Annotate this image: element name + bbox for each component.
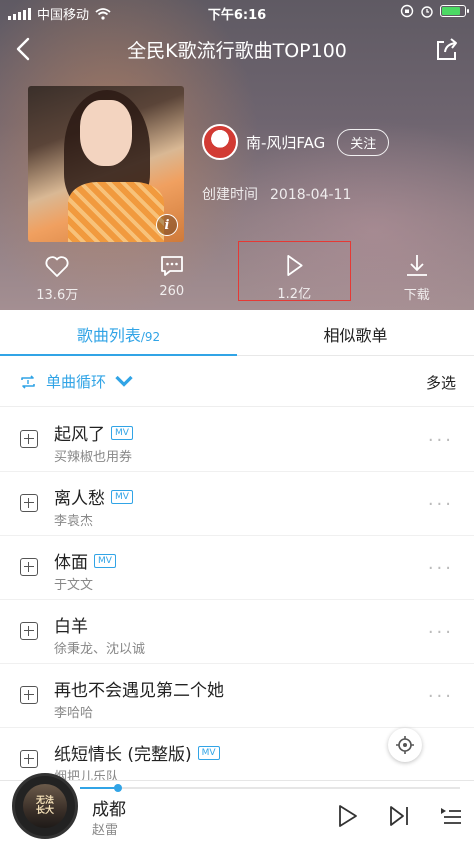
song-row[interactable]: 离人愁 MV 李袁杰 ··· [0, 472, 474, 536]
song-title: 白羊 [54, 617, 88, 637]
progress-knob[interactable] [114, 784, 122, 792]
play-mode-label: 单曲循环 [46, 373, 107, 391]
action-bar: 13.6万 260 1.2亿 下载 [0, 241, 474, 306]
song-title: 离人愁 [54, 489, 105, 509]
mv-badge[interactable]: MV [111, 489, 133, 504]
download-button[interactable]: 下载 [360, 246, 474, 306]
chevron-down-icon [115, 375, 133, 387]
nav-bar: 全民K歌流行歌曲TOP100 [0, 28, 474, 72]
song-title-wrap: 体面 MV [54, 548, 116, 573]
tab-song-list-label: 歌曲列表 [76, 326, 141, 345]
creator-name[interactable]: 南-风归FAG [246, 132, 325, 153]
song-title: 纸短情长 (完整版) [54, 745, 192, 765]
mini-player[interactable]: 无法长大 成都 赵雷 [0, 773, 474, 842]
tab-similar-label: 相似歌单 [323, 326, 388, 345]
song-title-wrap: 离人愁 MV [54, 484, 133, 509]
song-row[interactable]: 白羊 徐秉龙、沈以诚 ··· [0, 600, 474, 664]
song-artist: 于文文 [54, 578, 94, 593]
info-icon[interactable]: i [156, 214, 178, 236]
more-options-icon[interactable]: ··· [428, 558, 454, 579]
creator-row: 南-风归FAG 关注 [202, 124, 390, 160]
add-to-list-icon[interactable] [20, 430, 38, 448]
song-artist: 李袁杰 [54, 514, 94, 529]
follow-button[interactable]: 关注 [337, 128, 390, 156]
battery-icon [440, 5, 469, 17]
add-to-list-icon[interactable] [20, 558, 38, 576]
status-bar: 中国移动 下午6:16 [0, 0, 474, 24]
mv-badge[interactable]: MV [111, 425, 133, 440]
song-artist: 买辣椒也用券 [54, 450, 133, 465]
play-all-button[interactable]: 1.2亿 [237, 240, 352, 302]
next-track-icon[interactable] [386, 803, 412, 829]
like-button[interactable]: 13.6万 [0, 246, 115, 306]
song-title: 体面 [54, 553, 88, 573]
song-title: 起风了 [54, 425, 105, 445]
play-count: 1.2亿 [277, 287, 312, 302]
add-to-list-icon[interactable] [20, 622, 38, 640]
share-icon[interactable] [434, 36, 460, 62]
song-artist: 李哈哈 [54, 706, 94, 721]
tab-similar-playlists[interactable]: 相似歌单 [237, 310, 474, 355]
created-label: 创建时间 [202, 187, 258, 203]
song-artist: 徐秉龙、沈以诚 [54, 642, 146, 657]
created-value: 2018-04-11 [270, 187, 352, 203]
comment-count: 260 [159, 284, 185, 299]
comment-button[interactable]: 260 [115, 246, 230, 306]
song-title-wrap: 纸短情长 (完整版) MV [54, 740, 220, 765]
heart-icon [45, 256, 69, 277]
multi-select-button[interactable]: 多选 [426, 372, 456, 393]
alarm-icon [421, 6, 433, 18]
add-to-list-icon[interactable] [20, 686, 38, 704]
comment-icon [160, 256, 183, 276]
song-row[interactable]: 再也不会遇见第二个她 李哈哈 ··· [0, 664, 474, 728]
mv-badge[interactable]: MV [94, 553, 116, 568]
song-title-wrap: 起风了 MV [54, 420, 133, 445]
download-icon [406, 255, 427, 276]
like-count: 13.6万 [36, 288, 79, 303]
creator-avatar[interactable] [202, 124, 238, 160]
status-right [400, 4, 469, 18]
song-count: /92 [140, 330, 161, 344]
add-to-list-icon[interactable] [20, 750, 38, 768]
tab-bar: 歌曲列表/92 相似歌单 [0, 310, 474, 356]
playlist-queue-icon[interactable] [438, 803, 464, 829]
song-title: 再也不会遇见第二个她 [54, 681, 224, 701]
locate-current-song-button[interactable] [388, 728, 422, 762]
list-toolbar: 单曲循环 多选 [0, 357, 474, 407]
more-options-icon[interactable]: ··· [428, 622, 454, 643]
song-row[interactable]: 起风了 MV 买辣椒也用券 ··· [0, 408, 474, 472]
play-icon [287, 254, 303, 277]
play-button-icon[interactable] [334, 803, 360, 829]
now-playing-artist: 赵雷 [92, 823, 119, 838]
mv-badge[interactable]: MV [197, 745, 220, 760]
song-title-wrap: 再也不会遇见第二个她 [54, 676, 224, 701]
playlist-cover-image[interactable]: i [28, 86, 184, 242]
orientation-lock-icon [400, 4, 414, 18]
download-label: 下载 [403, 288, 430, 303]
progress-fill [80, 787, 118, 789]
play-mode-selector[interactable]: 单曲循环 [18, 371, 134, 392]
album-disc[interactable]: 无法长大 [12, 773, 78, 839]
add-to-list-icon[interactable] [20, 494, 38, 512]
playback-progress[interactable] [80, 784, 460, 792]
more-options-icon[interactable]: ··· [428, 494, 454, 515]
created-date: 创建时间 2018-04-11 [202, 184, 351, 204]
more-options-icon[interactable]: ··· [428, 686, 454, 707]
playlist-title: 全民K歌流行歌曲TOP100 [127, 40, 347, 62]
repeat-one-icon [21, 374, 35, 389]
album-disc-label: 无法长大 [35, 796, 54, 816]
more-options-icon[interactable]: ··· [428, 430, 454, 451]
tab-song-list[interactable]: 歌曲列表/92 [0, 310, 237, 356]
song-title-wrap: 白羊 [54, 612, 88, 637]
now-playing-title: 成都 [92, 800, 126, 820]
crosshair-icon [396, 736, 414, 754]
song-row[interactable]: 体面 MV 于文文 ··· [0, 536, 474, 600]
